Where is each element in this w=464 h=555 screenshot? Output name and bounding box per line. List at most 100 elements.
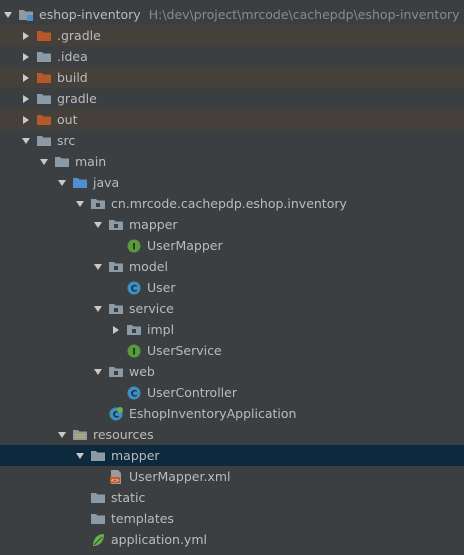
xml-file-icon: <> — [108, 469, 124, 485]
tree-node[interactable]: C UserController — [0, 382, 464, 403]
tree-node-label: .idea — [57, 49, 88, 64]
package-icon — [108, 217, 124, 233]
tree-node[interactable]: C User — [0, 277, 464, 298]
tree-node[interactable]: cn.mrcode.cachepdp.eshop.inventory — [0, 193, 464, 214]
tree-node[interactable]: src — [0, 130, 464, 151]
folder-icon — [90, 448, 106, 464]
tree-node-label: service — [129, 301, 174, 316]
tree-node-label: java — [93, 175, 120, 190]
tree-node-label: src — [57, 133, 76, 148]
package-icon — [90, 196, 106, 212]
collapse-arrow-icon[interactable] — [20, 93, 31, 104]
spring-config-icon — [90, 532, 106, 548]
class-icon: C — [126, 280, 142, 296]
tree-node-label: cn.mrcode.cachepdp.eshop.inventory — [111, 196, 347, 211]
tree-node-label: static — [111, 490, 146, 505]
tree-node-label: build — [57, 70, 88, 85]
tree-node[interactable]: mapper — [0, 445, 464, 466]
tree-node[interactable]: .idea — [0, 46, 464, 67]
tree-node-label: gradle — [57, 91, 97, 106]
spring-class-icon: C — [108, 406, 124, 422]
tree-node-label: mapper — [111, 448, 160, 463]
folder-icon — [90, 490, 106, 506]
tree-node[interactable]: templates — [0, 508, 464, 529]
tree-node-label: main — [75, 154, 107, 169]
tree-node[interactable]: I UserMapper — [0, 235, 464, 256]
svg-text:C: C — [131, 389, 138, 399]
class-icon: C — [126, 385, 142, 401]
tree-node[interactable]: out — [0, 109, 464, 130]
tree-node[interactable]: build — [0, 67, 464, 88]
tree-node[interactable]: impl — [0, 319, 464, 340]
collapse-arrow-icon[interactable] — [110, 324, 121, 335]
svg-text:I: I — [132, 242, 135, 252]
interface-icon: I — [126, 343, 142, 359]
tree-node-label: UserService — [147, 343, 222, 358]
tree-node-label: UserController — [147, 385, 237, 400]
tree-node[interactable]: gradle — [0, 88, 464, 109]
expand-arrow-icon[interactable] — [92, 303, 103, 314]
expand-arrow-icon[interactable] — [74, 450, 85, 461]
tree-node[interactable]: web — [0, 361, 464, 382]
tree-node-label: .gradle — [57, 28, 101, 43]
tree-node[interactable]: resources — [0, 424, 464, 445]
expand-arrow-icon[interactable] — [74, 198, 85, 209]
expand-arrow-icon[interactable] — [92, 366, 103, 377]
tree-node-label: EshopInventoryApplication — [129, 406, 297, 421]
tree-node[interactable]: .gradle — [0, 25, 464, 46]
tree-node[interactable]: eshop-inventory H:\dev\project\mrcode\cac… — [0, 4, 464, 25]
folder-icon — [36, 133, 52, 149]
tree-node-label: resources — [93, 427, 154, 442]
collapse-arrow-icon[interactable] — [20, 114, 31, 125]
excluded-folder-icon — [36, 112, 52, 128]
tree-node-label: UserMapper — [147, 238, 223, 253]
tree-node[interactable]: main — [0, 151, 464, 172]
excluded-folder-icon — [36, 70, 52, 86]
svg-text:<>: <> — [111, 478, 119, 484]
tree-node-label: UserMapper.xml — [129, 469, 231, 484]
svg-text:C: C — [131, 284, 138, 294]
tree-node[interactable]: C EshopInventoryApplication — [0, 403, 464, 424]
collapse-arrow-icon[interactable] — [20, 51, 31, 62]
tree-node[interactable]: mapper — [0, 214, 464, 235]
collapse-arrow-icon[interactable] — [20, 30, 31, 41]
tree-node[interactable]: I UserService — [0, 340, 464, 361]
expand-arrow-icon[interactable] — [92, 261, 103, 272]
expand-arrow-icon[interactable] — [56, 429, 67, 440]
folder-icon — [90, 511, 106, 527]
excluded-folder-icon — [36, 28, 52, 44]
package-icon — [108, 301, 124, 317]
expand-arrow-icon[interactable] — [20, 135, 31, 146]
tree-node-label: mapper — [129, 217, 178, 232]
tree-node[interactable]: static — [0, 487, 464, 508]
tree-node-label: impl — [147, 322, 175, 337]
collapse-arrow-icon[interactable] — [20, 72, 31, 83]
tree-node-label: model — [129, 259, 168, 274]
package-icon — [108, 259, 124, 275]
resources-folder-icon — [72, 427, 88, 443]
tree-node[interactable]: java — [0, 172, 464, 193]
expand-arrow-icon[interactable] — [2, 9, 13, 20]
folder-icon — [36, 91, 52, 107]
tree-node[interactable]: model — [0, 256, 464, 277]
tree-node[interactable]: service — [0, 298, 464, 319]
module-folder-icon — [18, 7, 34, 23]
interface-icon: I — [126, 238, 142, 254]
expand-arrow-icon[interactable] — [92, 219, 103, 230]
expand-arrow-icon[interactable] — [56, 177, 67, 188]
project-tree: eshop-inventory H:\dev\project\mrcode\cac… — [0, 0, 464, 555]
tree-bottom-edge — [0, 548, 464, 555]
svg-text:I: I — [132, 347, 135, 357]
tree-node-label: application.yml — [111, 532, 207, 547]
tree-node-label: eshop-inventory — [39, 7, 141, 22]
tree-node-label: templates — [111, 511, 174, 526]
package-icon — [126, 322, 142, 338]
expand-arrow-icon[interactable] — [38, 156, 49, 167]
source-folder-icon — [72, 175, 88, 191]
tree-node-label: User — [147, 280, 176, 295]
tree-node[interactable]: application.yml — [0, 529, 464, 550]
tree-node-label: web — [129, 364, 155, 379]
tree-node[interactable]: <> UserMapper.xml — [0, 466, 464, 487]
folder-icon — [36, 49, 52, 65]
tree-node-label: out — [57, 112, 78, 127]
